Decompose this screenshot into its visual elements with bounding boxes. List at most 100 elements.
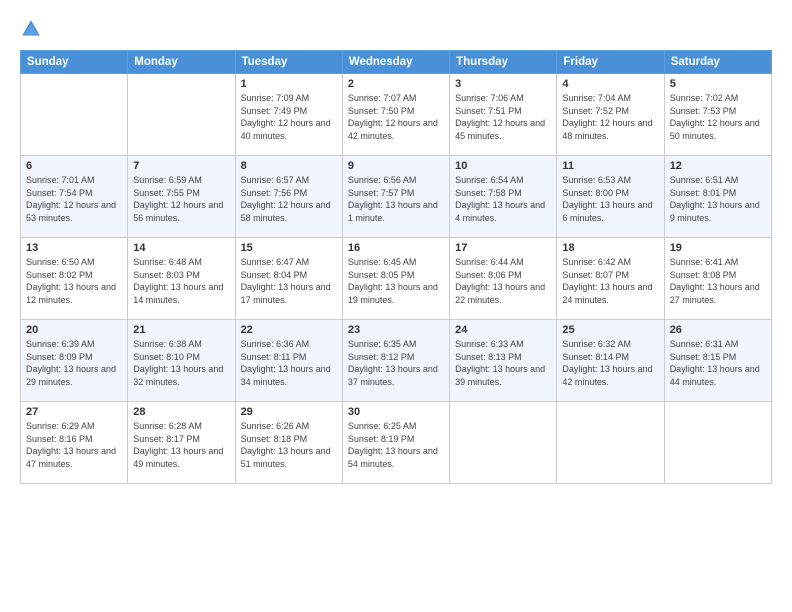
day-number: 14 [133, 242, 229, 254]
day-info: Sunrise: 6:54 AM Sunset: 7:58 PM Dayligh… [455, 174, 551, 224]
calendar-cell: 2Sunrise: 7:07 AM Sunset: 7:50 PM Daylig… [342, 74, 449, 156]
weekday-header: Thursday [450, 51, 557, 74]
calendar-week-row: 27 Sunrise: 6:29 AM Sunset: 8:16 PM Dayli… [21, 402, 772, 484]
calendar-cell: 15Sunrise: 6:47 AM Sunset: 8:04 PM Dayli… [235, 238, 342, 320]
day-number: 22 [241, 324, 337, 336]
day-number: 23 [348, 324, 444, 336]
weekday-header: Sunday [21, 51, 128, 74]
calendar-cell [21, 74, 128, 156]
day-info: Sunrise: 6:29 AM Sunset: 8:16 PM Dayligh… [26, 420, 122, 470]
calendar-cell [128, 74, 235, 156]
day-info: Sunrise: 7:09 AM Sunset: 7:49 PM Dayligh… [241, 92, 337, 142]
day-number: 13 [26, 242, 122, 254]
day-number: 29 [241, 406, 337, 418]
day-number: 17 [455, 242, 551, 254]
day-number: 1 [241, 78, 337, 90]
day-number: 26 [670, 324, 766, 336]
day-info: Sunrise: 6:28 AM Sunset: 8:17 PM Dayligh… [133, 420, 229, 470]
calendar-cell: 26 Sunrise: 6:31 AM Sunset: 8:15 PM Dayli… [664, 320, 771, 402]
logo-icon [20, 18, 42, 40]
day-info: Sunrise: 6:41 AM Sunset: 8:08 PM Dayligh… [670, 256, 766, 306]
day-info: Sunrise: 7:06 AM Sunset: 7:51 PM Dayligh… [455, 92, 551, 142]
day-info: Sunrise: 6:42 AM Sunset: 8:07 PM Dayligh… [562, 256, 658, 306]
calendar-cell: 4 Sunrise: 7:04 AM Sunset: 7:52 PM Daylig… [557, 74, 664, 156]
day-info: Sunrise: 6:38 AM Sunset: 8:10 PM Dayligh… [133, 338, 229, 388]
day-number: 18 [562, 242, 658, 254]
weekday-header: Monday [128, 51, 235, 74]
day-number: 10 [455, 160, 551, 172]
calendar-cell: 7 Sunrise: 6:59 AM Sunset: 7:55 PM Daylig… [128, 156, 235, 238]
day-info: Sunrise: 6:44 AM Sunset: 8:06 PM Dayligh… [455, 256, 551, 306]
calendar-cell [450, 402, 557, 484]
calendar-cell: 23 Sunrise: 6:35 AM Sunset: 8:12 PM Dayli… [342, 320, 449, 402]
calendar-cell: 27 Sunrise: 6:29 AM Sunset: 8:16 PM Dayli… [21, 402, 128, 484]
day-info: Sunrise: 6:36 AM Sunset: 8:11 PM Dayligh… [241, 338, 337, 388]
calendar-cell: 6Sunrise: 7:01 AM Sunset: 7:54 PM Daylig… [21, 156, 128, 238]
day-number: 21 [133, 324, 229, 336]
calendar-cell [664, 402, 771, 484]
day-number: 15 [241, 242, 337, 254]
day-number: 2 [348, 78, 444, 90]
day-number: 12 [670, 160, 766, 172]
calendar-cell: 22 Sunrise: 6:36 AM Sunset: 8:11 PM Dayli… [235, 320, 342, 402]
day-info: Sunrise: 7:04 AM Sunset: 7:52 PM Dayligh… [562, 92, 658, 142]
calendar-cell: 12 Sunrise: 6:51 AM Sunset: 8:01 PM Dayli… [664, 156, 771, 238]
day-info: Sunrise: 6:25 AM Sunset: 8:19 PM Dayligh… [348, 420, 444, 470]
calendar-cell: 3 Sunrise: 7:06 AM Sunset: 7:51 PM Daylig… [450, 74, 557, 156]
calendar-cell: 28 Sunrise: 6:28 AM Sunset: 8:17 PM Dayli… [128, 402, 235, 484]
day-info: Sunrise: 6:50 AM Sunset: 8:02 PM Dayligh… [26, 256, 122, 306]
day-info: Sunrise: 6:59 AM Sunset: 7:55 PM Dayligh… [133, 174, 229, 224]
day-info: Sunrise: 6:32 AM Sunset: 8:14 PM Dayligh… [562, 338, 658, 388]
day-info: Sunrise: 6:39 AM Sunset: 8:09 PM Dayligh… [26, 338, 122, 388]
calendar-week-row: 6Sunrise: 7:01 AM Sunset: 7:54 PM Daylig… [21, 156, 772, 238]
day-number: 3 [455, 78, 551, 90]
day-number: 8 [241, 160, 337, 172]
day-number: 30 [348, 406, 444, 418]
calendar-cell: 13 Sunrise: 6:50 AM Sunset: 8:02 PM Dayli… [21, 238, 128, 320]
day-number: 4 [562, 78, 658, 90]
calendar-week-row: 1 Sunrise: 7:09 AM Sunset: 7:49 PM Daylig… [21, 74, 772, 156]
day-info: Sunrise: 6:35 AM Sunset: 8:12 PM Dayligh… [348, 338, 444, 388]
day-number: 7 [133, 160, 229, 172]
header [20, 18, 772, 40]
day-number: 28 [133, 406, 229, 418]
calendar-cell: 10 Sunrise: 6:54 AM Sunset: 7:58 PM Dayli… [450, 156, 557, 238]
calendar-cell: 1 Sunrise: 7:09 AM Sunset: 7:49 PM Daylig… [235, 74, 342, 156]
weekday-header-row: SundayMondayTuesdayWednesdayThursdayFrid… [21, 51, 772, 74]
day-info: Sunrise: 6:45 AM Sunset: 8:05 PM Dayligh… [348, 256, 444, 306]
day-number: 19 [670, 242, 766, 254]
calendar: SundayMondayTuesdayWednesdayThursdayFrid… [20, 50, 772, 484]
calendar-cell: 5Sunrise: 7:02 AM Sunset: 7:53 PM Daylig… [664, 74, 771, 156]
day-number: 16 [348, 242, 444, 254]
calendar-cell: 16 Sunrise: 6:45 AM Sunset: 8:05 PM Dayli… [342, 238, 449, 320]
day-number: 5 [670, 78, 766, 90]
day-number: 20 [26, 324, 122, 336]
weekday-header: Friday [557, 51, 664, 74]
day-info: Sunrise: 6:33 AM Sunset: 8:13 PM Dayligh… [455, 338, 551, 388]
calendar-cell [557, 402, 664, 484]
calendar-cell: 29 Sunrise: 6:26 AM Sunset: 8:18 PM Dayli… [235, 402, 342, 484]
day-number: 9 [348, 160, 444, 172]
day-info: Sunrise: 6:31 AM Sunset: 8:15 PM Dayligh… [670, 338, 766, 388]
day-info: Sunrise: 6:53 AM Sunset: 8:00 PM Dayligh… [562, 174, 658, 224]
calendar-cell: 11Sunrise: 6:53 AM Sunset: 8:00 PM Dayli… [557, 156, 664, 238]
day-number: 27 [26, 406, 122, 418]
weekday-header: Wednesday [342, 51, 449, 74]
weekday-header: Saturday [664, 51, 771, 74]
logo [20, 18, 44, 40]
calendar-cell: 18 Sunrise: 6:42 AM Sunset: 8:07 PM Dayli… [557, 238, 664, 320]
calendar-cell: 17 Sunrise: 6:44 AM Sunset: 8:06 PM Dayli… [450, 238, 557, 320]
calendar-cell: 9 Sunrise: 6:56 AM Sunset: 7:57 PM Daylig… [342, 156, 449, 238]
calendar-cell: 21 Sunrise: 6:38 AM Sunset: 8:10 PM Dayli… [128, 320, 235, 402]
day-info: Sunrise: 6:26 AM Sunset: 8:18 PM Dayligh… [241, 420, 337, 470]
calendar-week-row: 20 Sunrise: 6:39 AM Sunset: 8:09 PM Dayli… [21, 320, 772, 402]
calendar-cell: 19 Sunrise: 6:41 AM Sunset: 8:08 PM Dayli… [664, 238, 771, 320]
day-info: Sunrise: 6:56 AM Sunset: 7:57 PM Dayligh… [348, 174, 444, 224]
calendar-cell: 8Sunrise: 6:57 AM Sunset: 7:56 PM Daylig… [235, 156, 342, 238]
day-info: Sunrise: 7:01 AM Sunset: 7:54 PM Dayligh… [26, 174, 122, 224]
calendar-week-row: 13 Sunrise: 6:50 AM Sunset: 8:02 PM Dayli… [21, 238, 772, 320]
page: SundayMondayTuesdayWednesdayThursdayFrid… [0, 0, 792, 612]
weekday-header: Tuesday [235, 51, 342, 74]
calendar-cell: 20 Sunrise: 6:39 AM Sunset: 8:09 PM Dayli… [21, 320, 128, 402]
day-info: Sunrise: 6:51 AM Sunset: 8:01 PM Dayligh… [670, 174, 766, 224]
